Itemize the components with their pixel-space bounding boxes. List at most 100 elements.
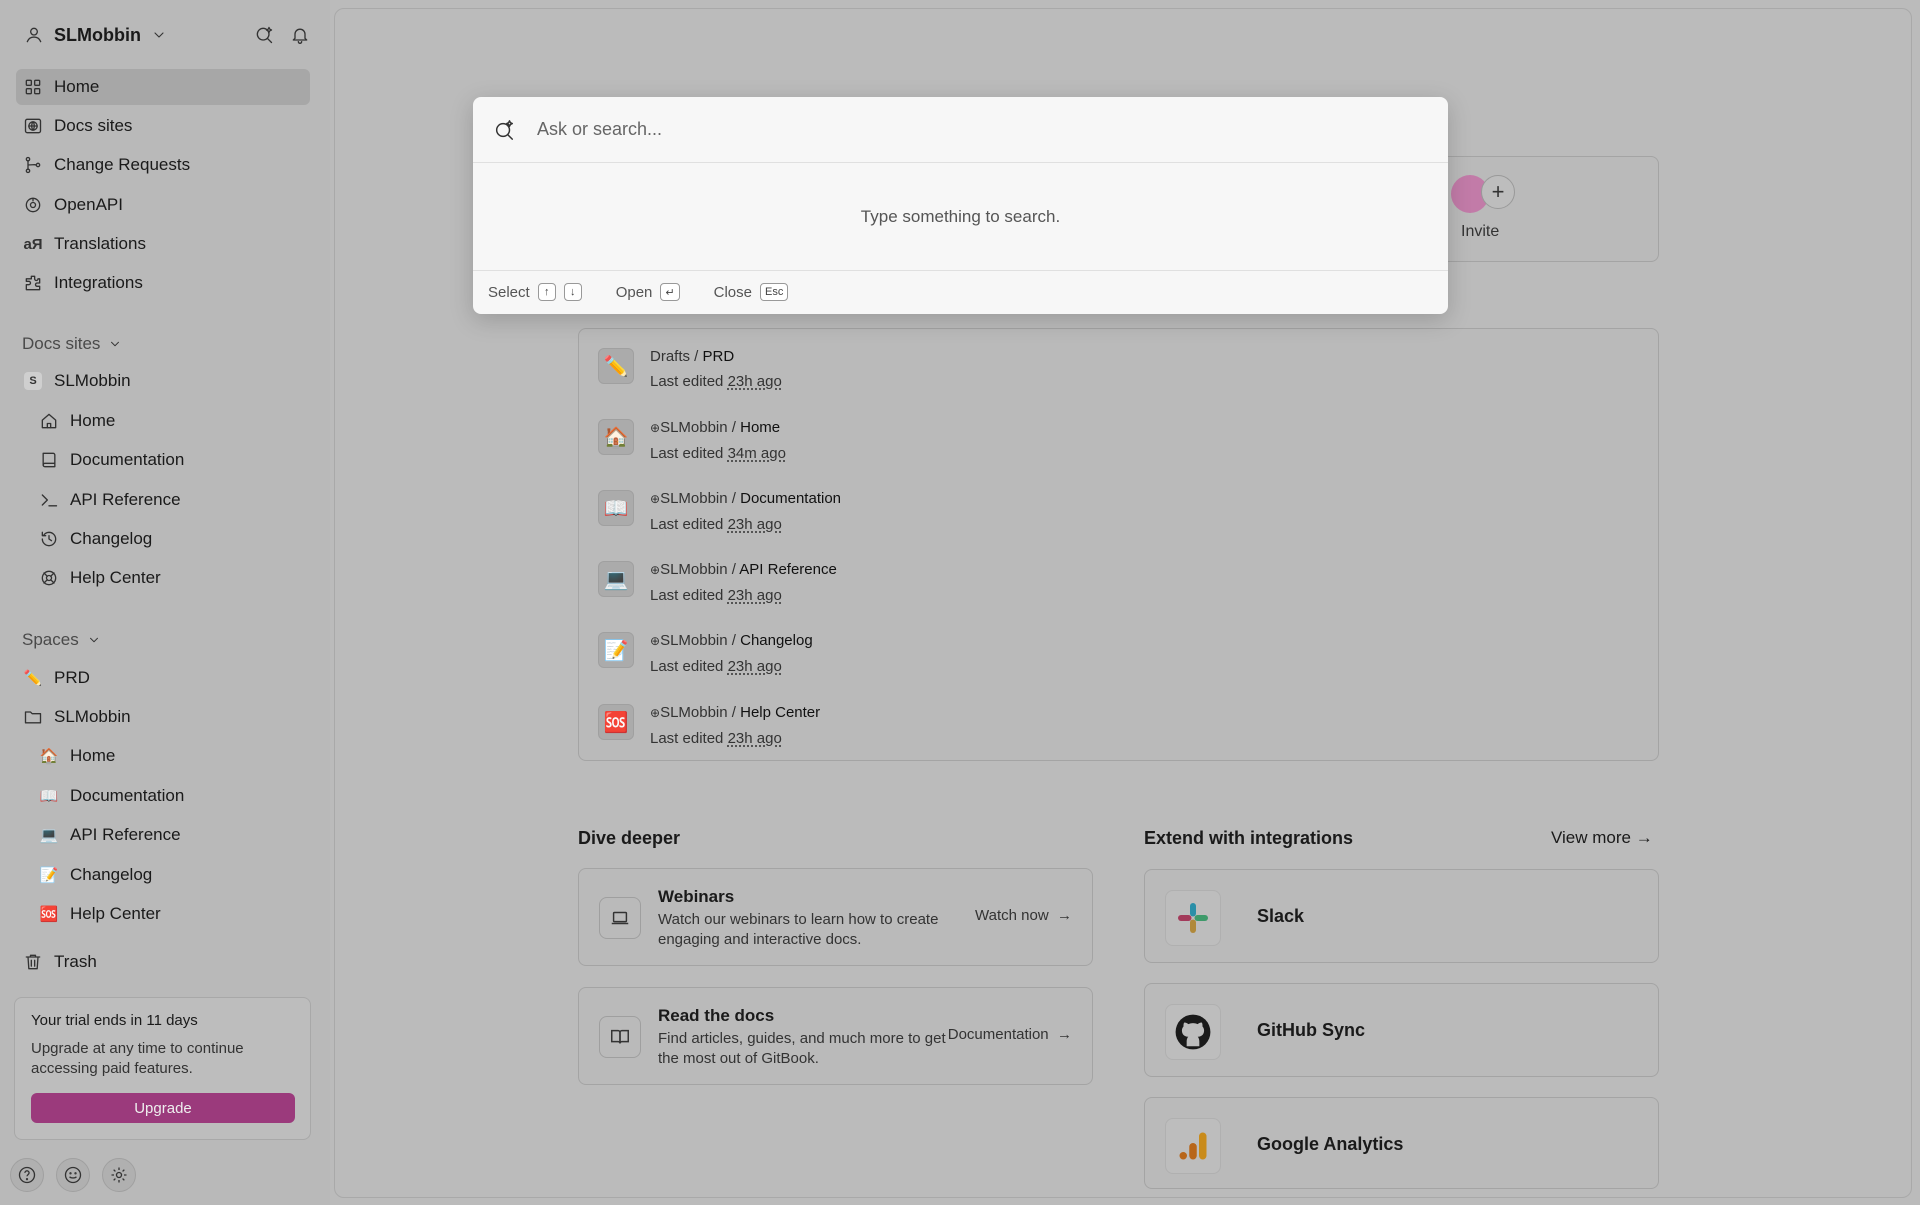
gear-icon[interactable]	[102, 1158, 136, 1192]
recent-item-text: ⊕SLMobbin / Documentation Last edited 23h…	[650, 486, 841, 537]
watch-now-link[interactable]: Watch now →	[975, 907, 1072, 924]
docs-site-item-changelog[interactable]: Changelog	[32, 521, 310, 557]
read-docs-card[interactable]: Read the docs Find articles, guides, and…	[578, 987, 1093, 1085]
item-label: Documentation	[70, 450, 185, 469]
space-item-api-reference[interactable]: 💻 API Reference	[32, 817, 310, 853]
nav-home[interactable]: Home	[16, 69, 310, 105]
integration-google-analytics[interactable]: Google Analytics	[1144, 1097, 1659, 1189]
docs-sites-section-toggle[interactable]: Docs sites	[22, 334, 122, 354]
recent-item-text: ⊕SLMobbin / Changelog Last edited 23h ago	[650, 628, 813, 679]
globe-icon: ⊕	[650, 492, 661, 506]
recent-item-text: ⊕SLMobbin / Home Last edited 34m ago	[650, 415, 786, 466]
docs-site-item-help-center[interactable]: Help Center	[32, 560, 310, 596]
item-label: Trash	[54, 952, 97, 971]
nav-translations[interactable]: aЯ Translations	[16, 226, 310, 262]
bell-icon[interactable]	[290, 25, 310, 45]
laptop-icon	[599, 897, 641, 939]
recent-item-page: Home	[740, 419, 781, 436]
last-edited-time: 23h ago	[727, 516, 782, 533]
enter-key: ↵	[660, 283, 680, 301]
search-input[interactable]	[537, 119, 1417, 140]
card-desc: Find articles, guides, and much more to …	[658, 1030, 946, 1067]
terminal-icon	[38, 490, 60, 510]
recent-item[interactable]: 🆘 ⊕SLMobbin / Help Center Last edited 23h …	[598, 704, 820, 751]
recent-item[interactable]: 📝 ⊕SLMobbin / Changelog Last edited 23h ag…	[598, 632, 813, 679]
card-desc: Watch our webinars to learn how to creat…	[658, 911, 939, 948]
recent-item-meta: Last edited 23h ago	[650, 512, 841, 537]
recent-item-page: PRD	[702, 348, 735, 365]
nav-openapi[interactable]: OpenAPI	[16, 187, 310, 223]
nav-trash[interactable]: Trash	[16, 944, 310, 980]
lifebuoy-icon	[38, 568, 60, 588]
integration-github-sync[interactable]: GitHub Sync	[1144, 983, 1659, 1077]
arrow-right-icon: →	[1635, 828, 1653, 847]
space-item-documentation[interactable]: 📖 Documentation	[32, 778, 310, 814]
plus-icon[interactable]: +	[1481, 175, 1515, 209]
smiley-icon[interactable]	[56, 1158, 90, 1192]
invite-label[interactable]: Invite	[1461, 223, 1499, 241]
recent-item-prefix: SLMobbin /	[660, 561, 740, 578]
docs-site-item-api-reference[interactable]: API Reference	[32, 482, 310, 518]
folder-icon	[22, 707, 44, 727]
integration-slack[interactable]: Slack	[1144, 869, 1659, 963]
recent-item-meta: Last edited 23h ago	[650, 369, 782, 394]
recent-item[interactable]: 🏠 ⊕SLMobbin / Home Last edited 34m ago	[598, 419, 786, 466]
nav-docs-sites[interactable]: Docs sites	[16, 108, 310, 144]
space-item-changelog[interactable]: 📝 Changelog	[32, 857, 310, 893]
item-label: API Reference	[70, 825, 181, 844]
page-emoji-icon: 📝	[598, 632, 634, 668]
space-prd[interactable]: ✏️ PRD	[16, 660, 310, 696]
item-label: Documentation	[70, 786, 185, 805]
integration-name: Google Analytics	[1257, 1134, 1404, 1154]
nav-label: Docs sites	[54, 116, 133, 135]
help-icon[interactable]	[10, 1158, 44, 1192]
webinars-card[interactable]: Webinars Watch our webinars to learn how…	[578, 868, 1093, 966]
last-edited-label: Last edited	[650, 730, 728, 747]
item-label: PRD	[54, 668, 90, 687]
workspace-header[interactable]: SLMobbin	[24, 20, 310, 50]
last-edited-time: 34m ago	[727, 445, 786, 462]
recent-item-path: Drafts / PRD	[650, 344, 782, 369]
docs-site-item-documentation[interactable]: Documentation	[32, 442, 310, 478]
page-emoji-icon: 💻	[598, 561, 634, 597]
history-icon	[38, 529, 60, 549]
globe-icon	[22, 116, 44, 136]
recent-item-prefix: Drafts /	[650, 348, 703, 365]
sos-emoji-icon: 🆘	[39, 905, 59, 923]
recent-item[interactable]: 💻 ⊕SLMobbin / API Reference Last edited 23…	[598, 561, 837, 608]
trial-card: Your trial ends in 11 days Upgrade at an…	[14, 997, 311, 1140]
nav-change-requests[interactable]: Change Requests	[16, 147, 310, 183]
ai-search-icon[interactable]	[254, 25, 274, 45]
search-empty-state: Type something to search.	[473, 163, 1448, 271]
docs-site-item-home[interactable]: Home	[32, 403, 310, 439]
esc-key[interactable]: Esc	[759, 283, 789, 301]
documentation-link[interactable]: Documentation →	[948, 1026, 1072, 1043]
upgrade-button[interactable]: Upgrade	[31, 1093, 295, 1123]
recent-item-prefix: SLMobbin /	[660, 490, 741, 507]
site-badge-icon: S	[22, 372, 44, 390]
view-more-link[interactable]: View more →	[1551, 828, 1653, 848]
chevron-down-icon	[108, 337, 122, 351]
search-footer: Select ↑ ↓ Open ↵ Close Esc	[473, 271, 1448, 313]
space-collection-slmobbin[interactable]: SLMobbin	[16, 699, 310, 735]
space-item-home[interactable]: 🏠 Home	[32, 738, 310, 774]
book-emoji-icon: 📖	[39, 787, 59, 805]
item-label: SLMobbin	[54, 707, 131, 726]
recent-item-page: Documentation	[740, 490, 842, 507]
translate-icon: aЯ	[23, 235, 43, 253]
recent-item[interactable]: ✏️ Drafts / PRD Last edited 23h ago	[598, 348, 782, 394]
github-logo-icon	[1165, 1004, 1221, 1060]
nav-label: Home	[54, 77, 100, 96]
nav-integrations[interactable]: Integrations	[16, 265, 310, 301]
recent-item-meta: Last edited 23h ago	[650, 654, 813, 679]
section-label: Spaces	[22, 630, 79, 649]
arrow-right-icon: →	[1052, 1026, 1072, 1043]
ai-search-icon	[493, 119, 515, 141]
docs-site-slmobbin[interactable]: S SLMobbin	[16, 363, 310, 399]
integration-name: GitHub Sync	[1257, 1020, 1366, 1040]
house-emoji-icon: 🏠	[39, 747, 59, 765]
space-item-help-center[interactable]: 🆘 Help Center	[32, 896, 310, 932]
spaces-section-toggle[interactable]: Spaces	[22, 630, 101, 650]
recent-item[interactable]: 📖 ⊕SLMobbin / Documentation Last edited 23…	[598, 490, 841, 537]
last-edited-time: 23h ago	[727, 373, 782, 390]
